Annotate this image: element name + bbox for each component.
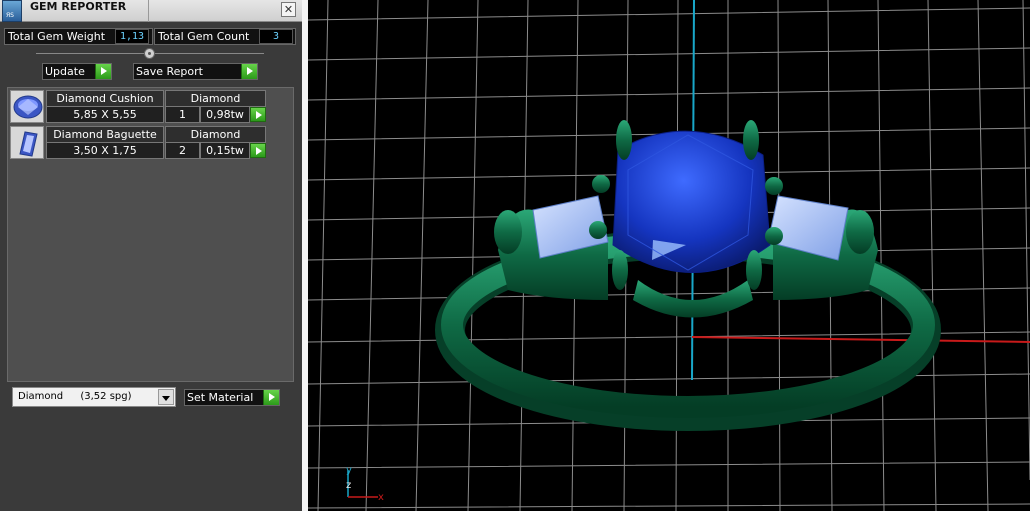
gem-weight-cell: 0,98tw xyxy=(200,106,250,123)
gem-count-cell: 2 xyxy=(165,142,200,159)
gem-count-cell: 1 xyxy=(165,106,200,123)
gem-name-cell: Diamond Cushion xyxy=(46,90,164,107)
set-material-button[interactable]: Set Material xyxy=(184,389,280,406)
gem-weight-cell: 0,15tw xyxy=(200,142,250,159)
total-gem-count-value: 3 xyxy=(259,29,293,44)
gem-size-cell: 5,85 X 5,55 xyxy=(46,106,164,123)
gizmo-x-label: x xyxy=(378,492,384,503)
total-gem-weight-value: 1,13 xyxy=(115,29,149,44)
update-button-label: Update xyxy=(45,65,85,78)
material-density: (3,52 spg) xyxy=(80,391,132,402)
ring-model xyxy=(435,120,941,431)
3d-viewport[interactable]: y z x xyxy=(308,0,1030,511)
gem-name-cell: Diamond Baguette xyxy=(46,126,164,143)
close-button[interactable]: ✕ xyxy=(281,2,296,17)
title-bar: ЯS GEM REPORTER ✕ xyxy=(0,0,302,22)
viewport-canvas: y z x xyxy=(308,0,1030,511)
panel-slider-knob[interactable] xyxy=(144,48,155,59)
gizmo-z-label: z xyxy=(346,480,351,491)
save-report-button[interactable]: Save Report xyxy=(133,63,258,80)
title-divider xyxy=(148,0,149,22)
gizmo-y-label: y xyxy=(346,465,352,476)
chevron-down-icon xyxy=(158,389,174,405)
material-name: Diamond xyxy=(18,391,64,402)
gem-size-cell: 3,50 X 1,75 xyxy=(46,142,164,159)
baguette-gem-icon[interactable] xyxy=(10,126,44,159)
cushion-gem-icon[interactable] xyxy=(10,90,44,123)
x-axis-line xyxy=(691,336,1030,343)
play-arrow-icon[interactable] xyxy=(250,143,266,158)
play-arrow-icon xyxy=(241,64,257,79)
play-arrow-icon[interactable] xyxy=(250,107,266,122)
gem-material-cell: Diamond xyxy=(165,90,266,107)
play-arrow-icon xyxy=(95,64,111,79)
material-select[interactable]: Diamond (3,52 spg) xyxy=(12,387,176,407)
app-icon: ЯS xyxy=(2,0,22,22)
play-arrow-icon xyxy=(263,390,279,405)
gem-reporter-panel: ЯS GEM REPORTER ✕ Total Gem Weight 1,13 … xyxy=(0,0,302,511)
update-button[interactable]: Update xyxy=(42,63,112,80)
panel-title: GEM REPORTER xyxy=(30,0,127,13)
gem-material-cell: Diamond xyxy=(165,126,266,143)
set-material-button-label: Set Material xyxy=(187,391,254,404)
save-report-button-label: Save Report xyxy=(136,65,203,78)
axis-gizmo: y z x xyxy=(346,465,384,503)
